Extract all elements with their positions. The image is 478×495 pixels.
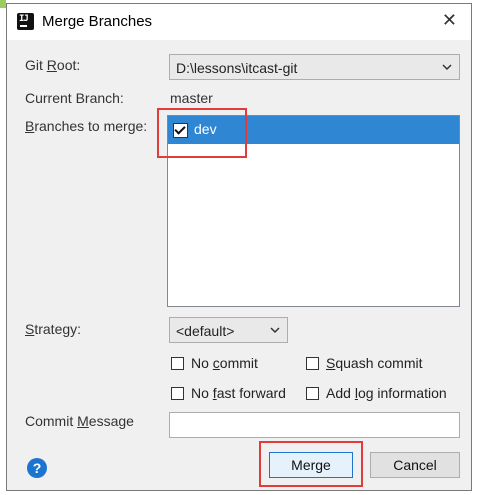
title-bar[interactable]: IJ Merge Branches ✕ <box>7 4 471 40</box>
git-root-label: Git Root: <box>25 57 81 73</box>
dialog-title: Merge Branches <box>42 13 153 30</box>
strategy-dropdown[interactable]: <default> <box>169 317 288 343</box>
close-icon[interactable]: ✕ <box>442 10 457 31</box>
git-root-value: D:\lessons\itcast-git <box>176 60 298 76</box>
no-fast-forward-checkbox[interactable] <box>171 387 184 400</box>
commit-message-input[interactable] <box>169 412 460 438</box>
add-log-information-label: Add log information <box>326 385 447 401</box>
intellij-app-icon: IJ <box>17 13 34 30</box>
squash-commit-label: Squash commit <box>326 355 423 371</box>
strategy-label: Strategy: <box>25 321 82 337</box>
help-icon[interactable]: ? <box>27 458 47 478</box>
highlight-box-merge <box>259 441 363 487</box>
chevron-down-icon <box>442 64 452 71</box>
commit-message-label: Commit Message <box>25 413 134 429</box>
branches-to-merge-label: Branches to merge: <box>25 118 148 134</box>
strategy-value: <default> <box>176 323 235 339</box>
git-root-dropdown[interactable]: D:\lessons\itcast-git <box>169 54 460 80</box>
squash-commit-checkbox[interactable] <box>306 357 319 370</box>
current-branch-label: Current Branch: <box>25 90 124 106</box>
cancel-button[interactable]: Cancel <box>370 452 460 478</box>
current-branch-value: master <box>170 90 213 106</box>
merge-branches-dialog: IJ Merge Branches ✕ Git Root: D:\lessons… <box>6 3 472 491</box>
no-commit-checkbox[interactable] <box>171 357 184 370</box>
chevron-down-icon <box>270 327 280 334</box>
no-fast-forward-label: No fast forward <box>191 385 286 401</box>
app-icon-glyph: IJ <box>19 14 29 24</box>
highlight-box-branch <box>157 108 247 158</box>
no-commit-label: No commit <box>191 355 258 371</box>
add-log-information-checkbox[interactable] <box>306 387 319 400</box>
